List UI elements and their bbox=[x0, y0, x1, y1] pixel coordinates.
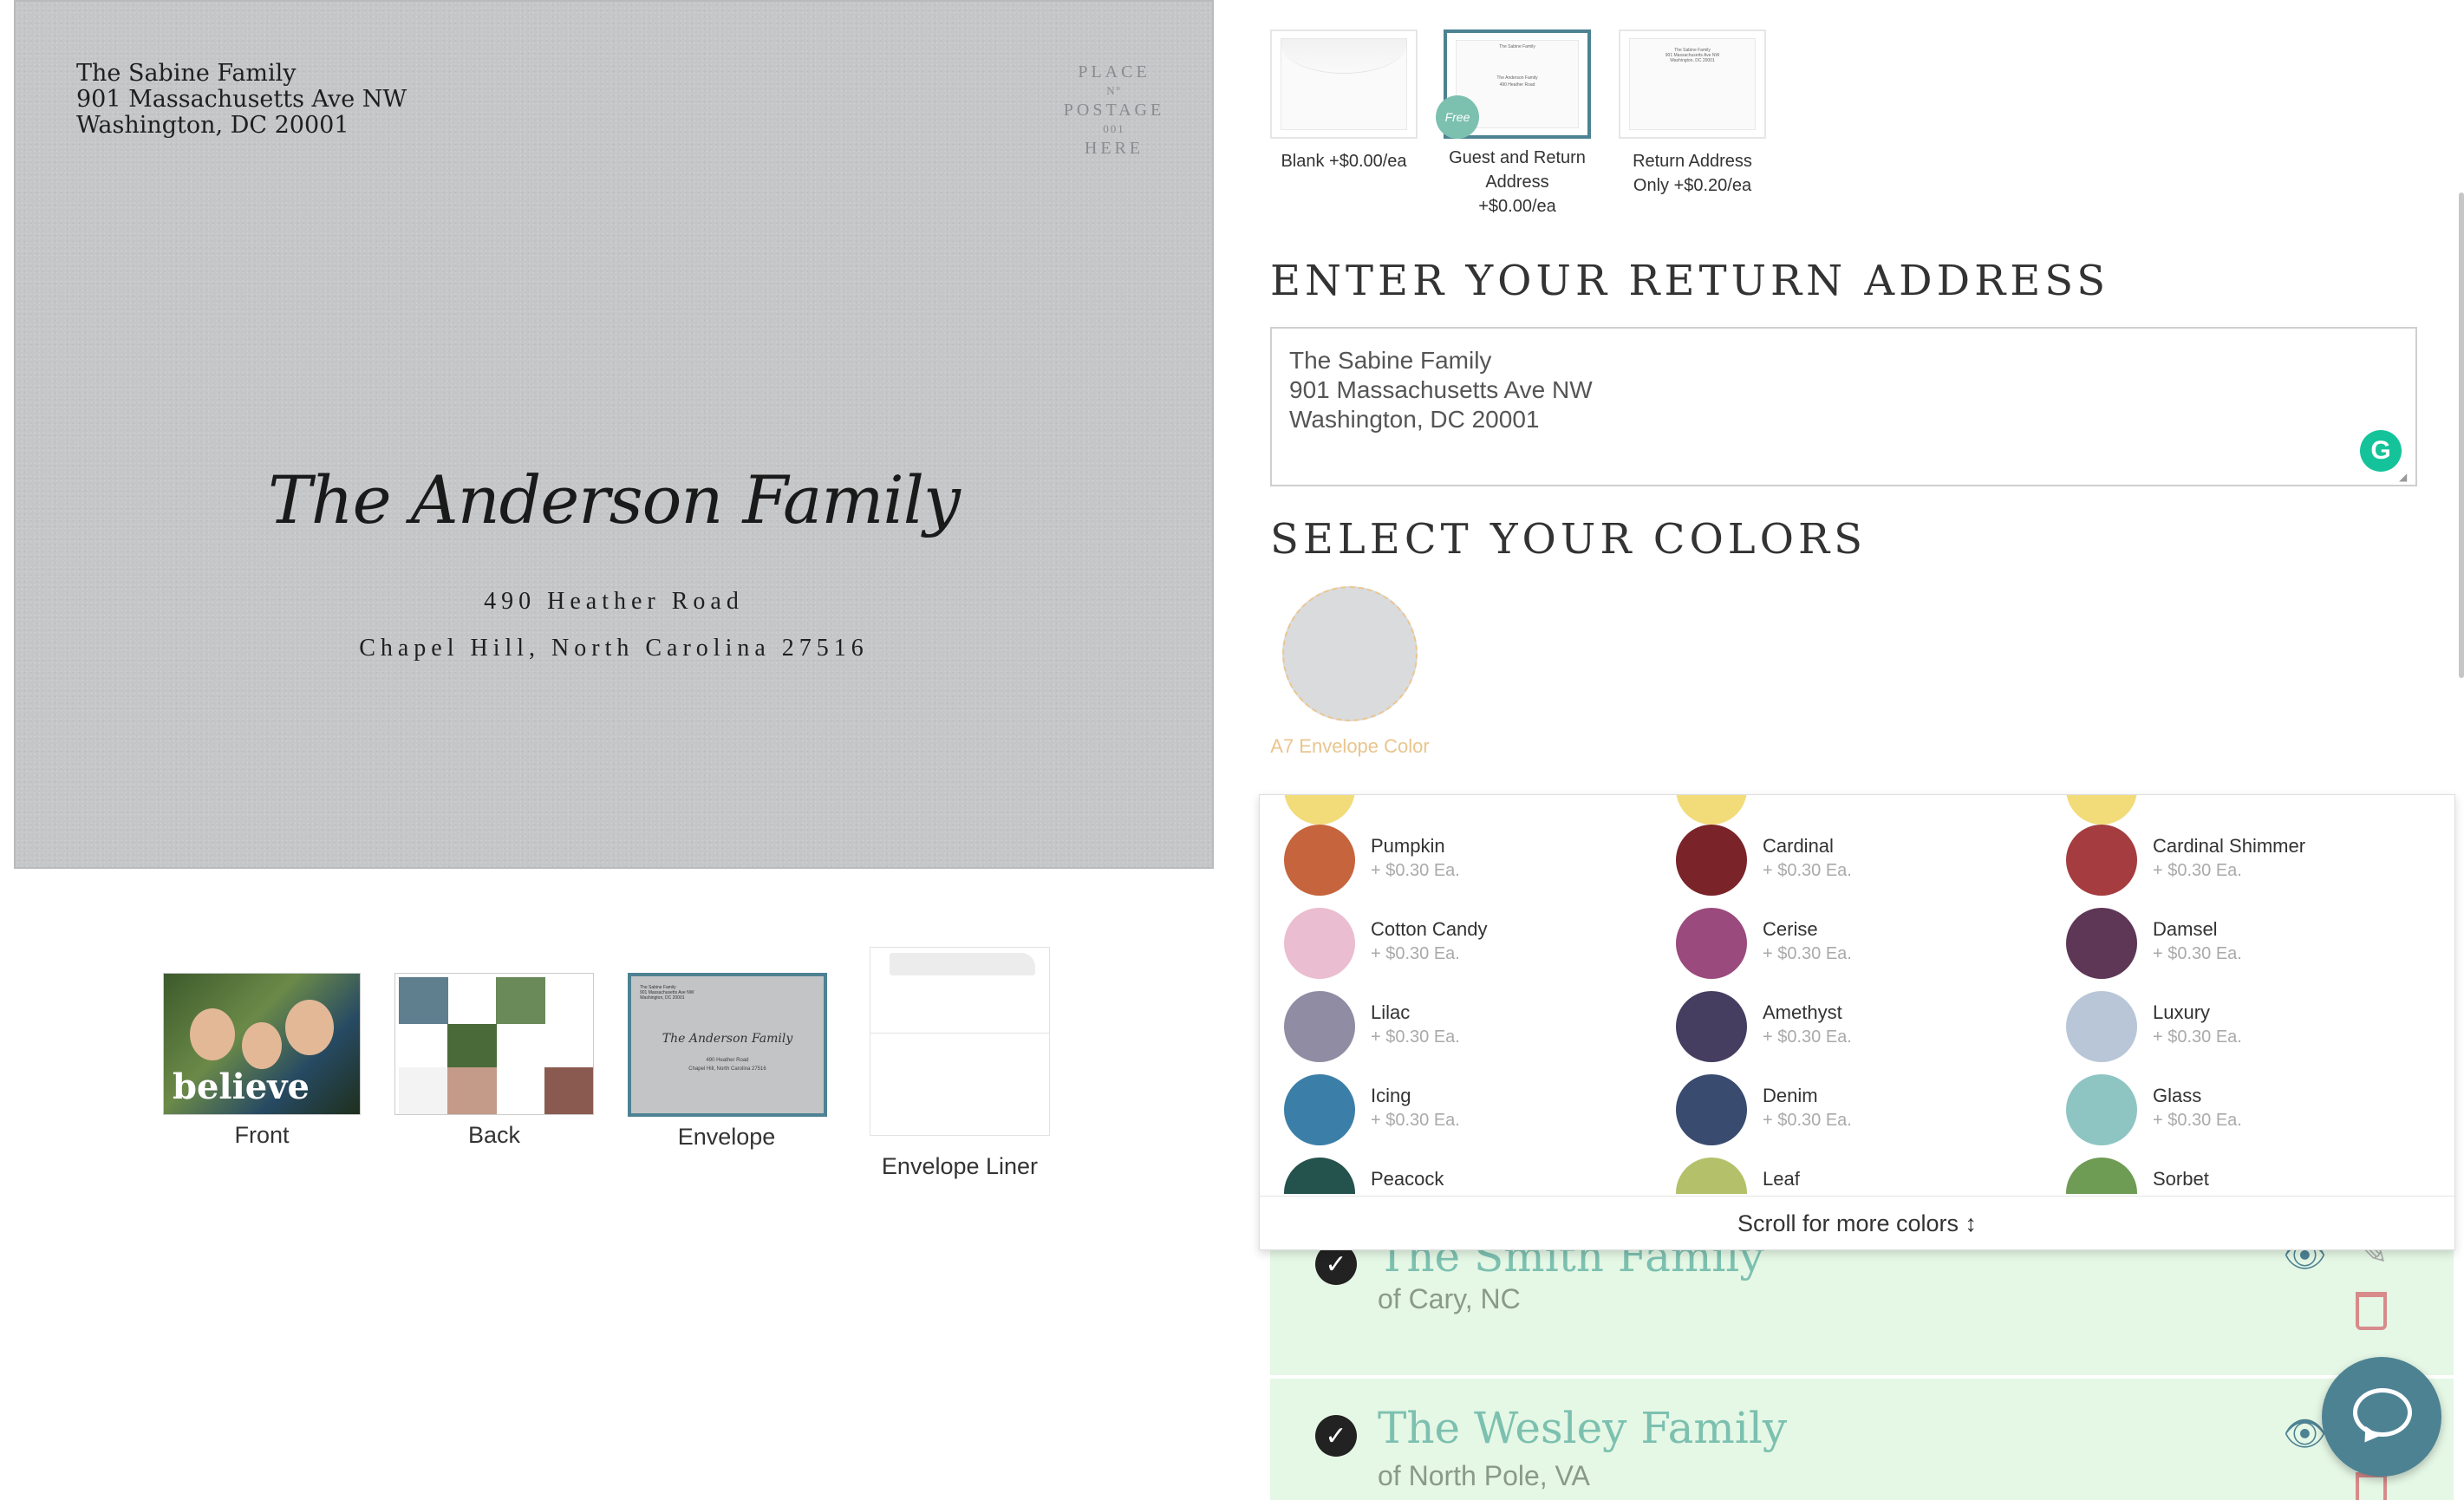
color-dot-4 bbox=[1676, 908, 1747, 979]
photo-face bbox=[285, 1000, 334, 1055]
color-option-denim[interactable]: Denim + $0.30 Ea. bbox=[1676, 1074, 2040, 1152]
color-option-lilac[interactable]: Lilac + $0.30 Ea. bbox=[1284, 991, 1648, 1069]
dropdown-caret bbox=[1330, 777, 1365, 796]
family-card[interactable]: ✓ The Wesley Family of North Pole, VA 👁 bbox=[1270, 1379, 2454, 1500]
color-dot-10 bbox=[1676, 1074, 1747, 1145]
recipient-address-line: 490 Heather Road bbox=[484, 588, 744, 615]
family-card-location: of Cary, NC bbox=[1378, 1283, 1521, 1314]
color-dot-7 bbox=[1676, 991, 1747, 1062]
addressing-option-blank[interactable] bbox=[1270, 29, 1418, 139]
partial-dot-0 bbox=[1284, 795, 1355, 825]
photo-face bbox=[242, 1022, 282, 1069]
mini-return-address: The Sabine Family 901 Massachusetts Ave … bbox=[640, 985, 694, 1001]
current-envelope-color-label: A7 Envelope Color bbox=[1270, 735, 1430, 757]
color-dot-11 bbox=[2066, 1074, 2137, 1145]
color-dot-13 bbox=[1676, 1158, 1747, 1194]
color-dropdown: Pumpkin + $0.30 Ea. Cardinal + $0.30 Ea.… bbox=[1259, 794, 2455, 1250]
mini-recipient-line: 490 Heather Road bbox=[706, 1058, 749, 1063]
color-option-pumpkin[interactable]: Pumpkin + $0.30 Ea. bbox=[1284, 825, 1648, 903]
thumbnail-front[interactable]: believe bbox=[163, 973, 361, 1115]
color-option-glass[interactable]: Glass + $0.30 Ea. bbox=[2066, 1074, 2430, 1152]
photo-cell bbox=[544, 1067, 593, 1114]
color-dot-3 bbox=[1284, 908, 1355, 979]
color-option-leaf[interactable]: Leaf bbox=[1676, 1158, 2040, 1194]
envelope-return-address: The Sabine Family 901 Massachusetts Ave … bbox=[76, 60, 407, 139]
envelope-icon: The Sabine Family 901 Massachusetts Ave … bbox=[1629, 38, 1756, 130]
color-option-damsel[interactable]: Damsel + $0.30 Ea. bbox=[2066, 908, 2430, 986]
text-cell bbox=[399, 1067, 448, 1114]
thumbnail-back[interactable] bbox=[394, 973, 594, 1115]
color-option-cardinal-shimmer[interactable]: Cardinal Shimmer + $0.30 Ea. bbox=[2066, 825, 2430, 903]
color-dot-0 bbox=[1284, 825, 1355, 896]
color-option-amethyst[interactable]: Amethyst + $0.30 Ea. bbox=[1676, 991, 2040, 1069]
color-options-list[interactable]: Pumpkin + $0.30 Ea. Cardinal + $0.30 Ea.… bbox=[1260, 795, 2454, 1194]
family-card[interactable]: ✓ The Smith Family of Cary, NC 👁 ✎ bbox=[1270, 1231, 2454, 1375]
liner-fold-line bbox=[870, 1033, 1049, 1034]
envelope-preview: The Sabine Family 901 Massachusetts Ave … bbox=[14, 0, 1214, 869]
return-address-heading: ENTER YOUR RETURN ADDRESS bbox=[1270, 257, 2110, 305]
thumbnail-back-label: Back bbox=[467, 1122, 521, 1148]
thumbnail-envelope-liner[interactable] bbox=[870, 947, 1050, 1136]
current-envelope-color-swatch[interactable] bbox=[1282, 586, 1418, 721]
thumbnail-front-label: Front bbox=[234, 1122, 290, 1148]
color-dot-6 bbox=[1284, 991, 1355, 1062]
family-card-location: of North Pole, VA bbox=[1378, 1460, 1590, 1491]
thumbnail-envelope-label: Envelope bbox=[677, 1124, 776, 1150]
mini-recipient-city: Chapel Hill, North Carolina 27516 bbox=[688, 1066, 766, 1072]
thumbnail-envelope-liner-label: Envelope Liner bbox=[881, 1153, 1039, 1179]
resize-handle-icon[interactable]: ◢ bbox=[2399, 471, 2411, 483]
color-option-icing[interactable]: Icing + $0.30 Ea. bbox=[1284, 1074, 1648, 1152]
liner-flap bbox=[890, 953, 1035, 975]
photo-cell bbox=[447, 1024, 497, 1071]
trash-icon[interactable] bbox=[2356, 1292, 2387, 1330]
return-address-input[interactable] bbox=[1270, 327, 2417, 486]
color-option-peacock[interactable]: Peacock bbox=[1284, 1158, 1648, 1194]
color-dot-5 bbox=[2066, 908, 2137, 979]
color-dot-1 bbox=[1676, 825, 1747, 896]
partial-dot-2 bbox=[2066, 795, 2137, 825]
preview-eye-icon[interactable]: 👁 bbox=[2283, 1413, 2327, 1454]
color-option-cardinal[interactable]: Cardinal + $0.30 Ea. bbox=[1676, 825, 2040, 903]
front-overlay-text: believe bbox=[173, 1066, 310, 1107]
addressing-option-return-only[interactable]: The Sabine Family 901 Massachusetts Ave … bbox=[1619, 29, 1766, 139]
photo-cell bbox=[447, 1067, 497, 1114]
recipient-city-line: Chapel Hill, North Carolina 27516 bbox=[359, 635, 869, 662]
color-option-cerise[interactable]: Cerise + $0.30 Ea. bbox=[1676, 908, 2040, 986]
color-dot-14 bbox=[2066, 1158, 2137, 1194]
partial-dot-1 bbox=[1676, 795, 1747, 825]
mini-recipient-name: The Anderson Family bbox=[662, 1032, 793, 1046]
family-card-name: The Wesley Family bbox=[1378, 1403, 1788, 1453]
addressing-option-blank-label: Blank +$0.00/ea bbox=[1281, 152, 1407, 171]
addressing-option-guest-and-return-label: Guest and Return Address +$0.00/ea bbox=[1449, 148, 1586, 216]
page-scrollbar[interactable] bbox=[2459, 192, 2464, 678]
envelope-icon bbox=[1281, 38, 1407, 130]
select-colors-heading: SELECT YOUR COLORS bbox=[1270, 515, 1868, 564]
postage-stamp-placeholder: PLACE Nº POSTAGE 001 HERE bbox=[1063, 62, 1165, 158]
color-dot-12 bbox=[1284, 1158, 1355, 1194]
free-badge: Free bbox=[1436, 95, 1479, 139]
addressing-option-return-only-label: Return Address Only +$0.20/ea bbox=[1633, 152, 1752, 195]
grammarly-icon[interactable]: G bbox=[2360, 430, 2402, 472]
photo-cell bbox=[496, 977, 545, 1024]
color-dot-9 bbox=[1284, 1074, 1355, 1145]
color-option-cotton-candy[interactable]: Cotton Candy + $0.30 Ea. bbox=[1284, 908, 1648, 986]
photo-face bbox=[190, 1008, 235, 1060]
color-dot-2 bbox=[2066, 825, 2137, 896]
recipient-name: The Anderson Family bbox=[268, 461, 961, 538]
scroll-for-more-colors[interactable]: Scroll for more colors ↕ bbox=[1260, 1196, 2454, 1249]
chat-button[interactable] bbox=[2322, 1357, 2441, 1477]
color-option-luxury[interactable]: Luxury + $0.30 Ea. bbox=[2066, 991, 2430, 1069]
checkmark-icon[interactable]: ✓ bbox=[1315, 1415, 1357, 1457]
color-dot-8 bbox=[2066, 991, 2137, 1062]
thumbnail-envelope[interactable]: The Sabine Family 901 Massachusetts Ave … bbox=[628, 973, 827, 1117]
color-option-sorbet[interactable]: Sorbet bbox=[2066, 1158, 2430, 1194]
photo-cell bbox=[399, 977, 448, 1024]
